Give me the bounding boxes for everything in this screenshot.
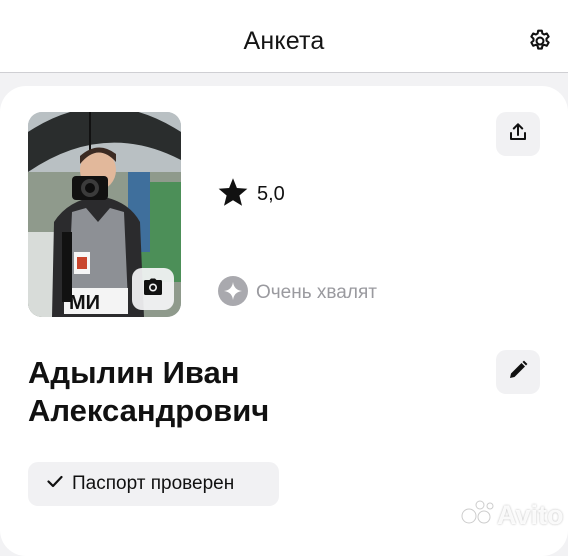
rating: 5,0 — [217, 177, 285, 212]
photo-press-badge: МИ — [69, 292, 100, 314]
gear-icon — [527, 28, 553, 59]
pencil-icon — [508, 360, 528, 385]
passport-label: Паспорт проверен — [72, 473, 235, 494]
edit-button[interactable] — [496, 350, 540, 394]
profile-name-line2: Александрович — [28, 393, 270, 428]
share-button[interactable] — [496, 112, 540, 156]
profile-name: Адылин Иван Александрович — [28, 354, 468, 430]
rating-value: 5,0 — [257, 182, 285, 205]
sparkle-icon — [218, 275, 248, 311]
avito-logo-icon — [460, 499, 494, 532]
profile-name-line1: Адылин Иван — [28, 355, 240, 390]
check-icon — [47, 475, 63, 493]
top-bar: Анкета — [0, 0, 568, 73]
praise-badge[interactable]: Очень хвалят — [218, 275, 377, 311]
camera-icon — [143, 278, 163, 301]
page-title: Анкета — [243, 27, 325, 55]
star-icon — [217, 177, 249, 212]
change-photo-button[interactable] — [132, 268, 174, 310]
settings-button[interactable] — [526, 29, 554, 57]
praise-text: Очень хвалят — [256, 282, 377, 303]
share-icon — [508, 122, 528, 147]
passport-verified-badge[interactable]: Паспорт проверен — [28, 462, 279, 506]
watermark-text: Avito — [497, 499, 564, 530]
avito-watermark: Avito — [460, 498, 564, 532]
